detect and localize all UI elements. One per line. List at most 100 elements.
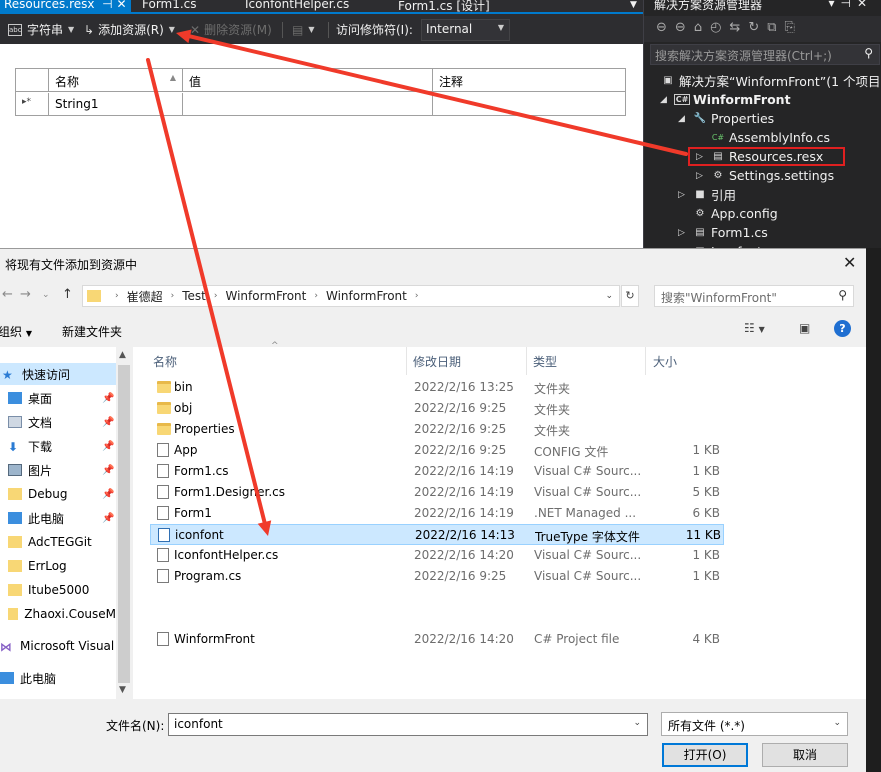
view-options-icon[interactable]: ☷ ▼ (744, 321, 765, 335)
breadcrumb-item[interactable]: 崔德超 (127, 288, 163, 305)
chevron-down-icon[interactable]: ⌄ (633, 718, 641, 728)
tree-item-form1[interactable]: ▷ ▤ Form1.cs (678, 223, 768, 242)
copy-icon[interactable]: ⎘ (785, 20, 803, 35)
home-icon[interactable]: ⌂ (694, 20, 710, 35)
refresh-icon[interactable]: ↻ (621, 285, 639, 307)
filetype-select[interactable]: 所有文件 (*.*) ⌄ (661, 712, 848, 736)
file-row[interactable]: App 2022/2/16 9:25 CONFIG 文件 1 KB (150, 440, 724, 461)
grid-cell-value[interactable] (183, 93, 433, 115)
column-header-size[interactable]: 大小 (653, 353, 677, 370)
refresh-icon[interactable]: ↻ (748, 20, 767, 35)
scrollbar-thumb[interactable] (118, 365, 130, 683)
add-resource-button[interactable]: ↳ 添加资源(R) ▼ (84, 20, 175, 39)
nav-item-adctegggit[interactable]: AdcTEGGit (0, 531, 116, 553)
sync-icon[interactable]: ⇆ (729, 20, 748, 35)
grid-cell-name[interactable]: String1 (49, 93, 183, 115)
file-row[interactable]: bin 2022/2/16 13:25 文件夹 (150, 377, 724, 398)
solution-search-input[interactable]: 搜索解决方案资源管理器(Ctrl+;) ⚲ (650, 44, 880, 65)
tree-item-project[interactable]: ◢ C# WinformFront (660, 90, 791, 109)
access-modifier-select[interactable]: Internal ▼ (421, 19, 510, 41)
nav-item-microsoft-visual[interactable]: ⋈ Microsoft Visual (0, 635, 116, 657)
tab-overflow-icon[interactable]: ▼ (630, 0, 637, 12)
filename-input[interactable]: iconfont ⌄ (168, 713, 648, 736)
nav-item-this-pc-pinned[interactable]: 此电脑 📌 (0, 507, 116, 529)
pin-icon[interactable]: 📌 (102, 393, 114, 404)
pin-icon[interactable]: 📌 (102, 441, 114, 452)
chevron-down-icon[interactable]: ⌄ (605, 291, 613, 301)
table-row[interactable]: ▸* String1 (16, 93, 625, 115)
panel-controls-icon[interactable]: ▾⊣✕ (828, 0, 873, 10)
scroll-down-icon[interactable]: ▼ (119, 685, 126, 695)
nav-item-downloads[interactable]: ⬇ 下载 📌 (0, 435, 116, 457)
file-row[interactable]: Form1.Designer.cs 2022/2/16 14:19 Visual… (150, 482, 724, 503)
tree-item-settings[interactable]: ▷ ⚙ Settings.settings (696, 166, 834, 185)
back-icon[interactable]: ⊖ (656, 20, 675, 35)
nav-scrollbar[interactable]: ▲ ▼ (116, 347, 132, 699)
tree-item-references[interactable]: ▷ ■ 引用 (678, 185, 736, 204)
tree-item-solution[interactable]: ▣ 解决方案“WinformFront”(1 个项目 (660, 71, 880, 90)
tree-item-assemblyinfo[interactable]: C# AssemblyInfo.cs (710, 128, 830, 147)
history-icon[interactable]: ◴ (710, 20, 729, 35)
nav-item-documents[interactable]: 文档 📌 (0, 411, 116, 433)
close-icon[interactable]: ✕ (116, 0, 126, 11)
forward-icon[interactable]: → (20, 287, 31, 302)
file-row[interactable]: Form1 2022/2/16 14:19 .NET Managed ... 6… (150, 503, 724, 524)
file-row[interactable]: Properties 2022/2/16 9:25 文件夹 (150, 419, 724, 440)
strings-dropdown[interactable]: abc 字符串 ▼ (8, 20, 74, 39)
tab-resources-resx[interactable]: Resources.resx ⊣ ✕ (0, 0, 131, 12)
tab-iconfonthelper-cs[interactable]: IconfontHelper.cs (245, 0, 349, 12)
tree-item-appconfig[interactable]: ⚙ App.config (692, 204, 778, 223)
breadcrumb-item[interactable]: WinformFront (225, 289, 306, 303)
help-icon[interactable]: ? (834, 320, 851, 337)
column-header-modified[interactable]: 修改日期 (413, 353, 461, 370)
back-icon[interactable]: ← (2, 287, 13, 302)
column-divider[interactable] (526, 347, 527, 375)
pin-icon[interactable]: 📌 (102, 465, 114, 476)
new-folder-button[interactable]: 新建文件夹 (62, 323, 122, 340)
nav-item-quick-access[interactable]: ★ 快速访问 (0, 363, 116, 385)
file-row[interactable]: WinformFront 2022/2/16 14:20 C# Project … (150, 629, 724, 650)
column-divider[interactable] (406, 347, 407, 375)
file-row[interactable]: obj 2022/2/16 9:25 文件夹 (150, 398, 724, 419)
file-row[interactable]: Program.cs 2022/2/16 9:25 Visual C# Sour… (150, 566, 724, 587)
collapse-icon[interactable]: ⧉ (767, 20, 784, 35)
breadcrumb-item[interactable]: Test (182, 289, 206, 303)
remove-resource-button[interactable]: ✕ 删除资源(M) (190, 20, 272, 39)
pin-icon[interactable]: 📌 (102, 489, 114, 500)
cancel-button[interactable]: 取消 (762, 743, 848, 767)
column-header-name[interactable]: 名称 (153, 353, 177, 370)
nav-item-debug[interactable]: Debug 📌 (0, 483, 116, 505)
nav-item-errlog[interactable]: ErrLog (0, 555, 116, 577)
tab-form1-cs[interactable]: Form1.cs (142, 0, 197, 12)
forward-icon[interactable]: ⊖ (675, 20, 694, 35)
breadcrumb-item[interactable]: WinformFront (326, 289, 407, 303)
open-button[interactable]: 打开(O) (662, 743, 748, 767)
pin-icon[interactable]: 📌 (102, 513, 114, 524)
nav-item-this-pc[interactable]: 此电脑 (0, 667, 116, 689)
column-divider[interactable] (645, 347, 646, 375)
recent-dropdown-icon[interactable]: ⌄ (42, 290, 50, 300)
file-row[interactable]: Form1.cs 2022/2/16 14:19 Visual C# Sourc… (150, 461, 724, 482)
view-dropdown[interactable]: ▤ ▼ (292, 20, 315, 39)
organize-button[interactable]: 组织 ▼ (0, 323, 32, 340)
nav-item-zhaoxi[interactable]: Zhaoxi.CouseM (0, 603, 116, 625)
preview-pane-icon[interactable]: ▣ (799, 321, 810, 335)
grid-cell-comment[interactable] (433, 93, 627, 115)
pin-icon[interactable]: 📌 (102, 417, 114, 428)
file-row[interactable]: IconfontHelper.cs 2022/2/16 14:20 Visual… (150, 545, 724, 566)
nav-item-pictures[interactable]: 图片 📌 (0, 459, 116, 481)
column-header-name[interactable]: 名称 ▲ (49, 69, 183, 92)
nav-item-desktop[interactable]: 桌面 📌 (0, 387, 116, 409)
tree-item-properties[interactable]: ◢ 🔧 Properties (678, 109, 774, 128)
column-header-value[interactable]: 值 (183, 69, 433, 92)
pin-icon[interactable]: ⊣ (102, 0, 112, 11)
file-row-selected[interactable]: iconfont 2022/2/16 14:13 TrueType 字体文件 1… (150, 524, 724, 545)
column-header-comment[interactable]: 注释 (433, 69, 627, 92)
close-icon[interactable]: ✕ (843, 253, 856, 272)
up-icon[interactable]: ↑ (62, 287, 73, 302)
column-header-type[interactable]: 类型 (533, 353, 557, 370)
scroll-up-icon[interactable]: ▲ (119, 350, 126, 360)
nav-item-itube5000[interactable]: Itube5000 (0, 579, 116, 601)
address-bar[interactable]: › 崔德超 › Test › WinformFront › WinformFront ›… (82, 285, 620, 307)
tab-form1-designer[interactable]: Form1.cs [设计] (398, 0, 490, 12)
